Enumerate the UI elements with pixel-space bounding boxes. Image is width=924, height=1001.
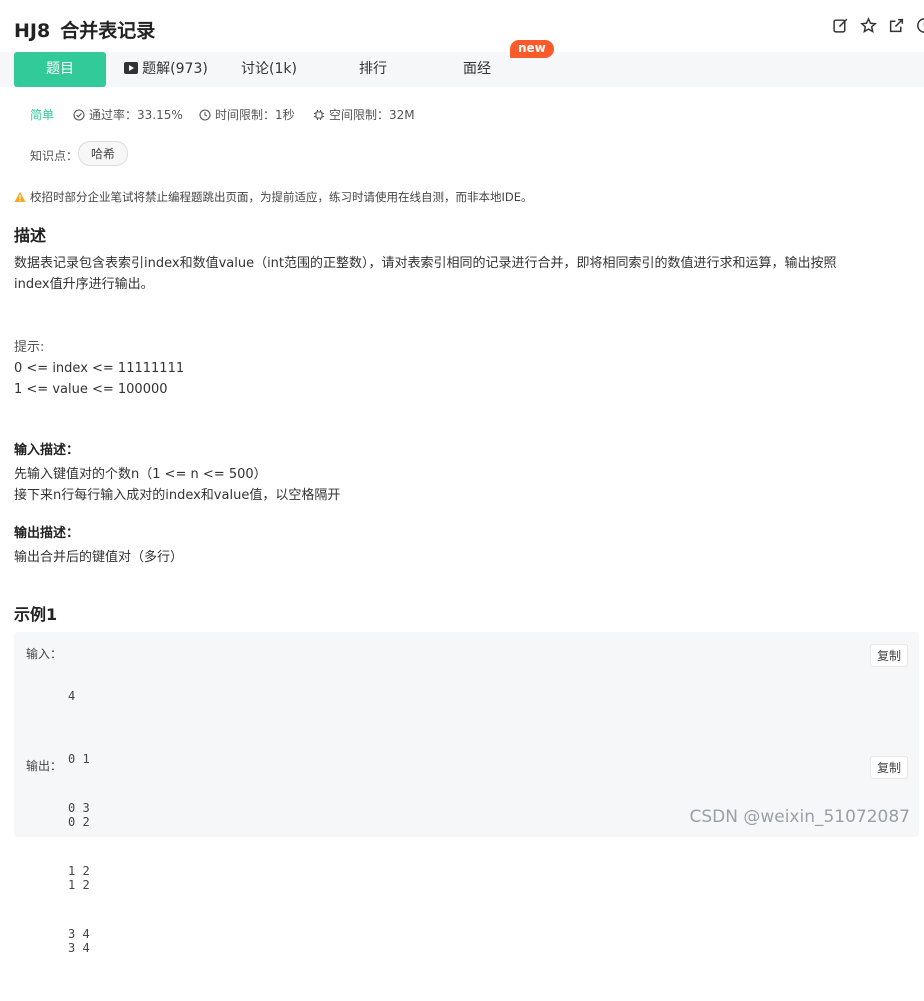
output-desc-title: 输出描述： — [14, 526, 80, 541]
example-output-line: 3 4 — [68, 927, 90, 941]
copy-input-button[interactable]: 复制 — [869, 644, 908, 667]
hint-line: 1 <= value <= 100000 — [14, 382, 168, 397]
share-icon[interactable] — [888, 17, 905, 34]
chip-icon — [314, 109, 324, 120]
time-limit-text: 时间限制：1秒 — [215, 108, 295, 122]
tab-problem-label: 题目 — [46, 61, 74, 77]
example-input-line: 4 — [68, 689, 76, 703]
input-desc-line: 接下来n行每行输入成对的index和value值，以空格隔开 — [14, 488, 341, 503]
space-limit-text: 空间限制：32M — [329, 108, 415, 122]
warning-notice: 校招时部分企业笔试将禁止编程题跳出页面，为提前适应，练习时请使用在线自测，而非本… — [14, 189, 533, 205]
problem-id: HJ8 — [14, 20, 51, 42]
hint-label: 提示: — [14, 340, 45, 355]
input-desc-body: 先输入键值对的个数n（1 <= n <= 500） 接下来n行每行输入成对的in… — [14, 464, 340, 506]
check-circle-icon — [73, 108, 85, 121]
title-actions — [832, 17, 924, 34]
output-desc-body: 输出合并后的键值对（多行） — [14, 547, 183, 568]
video-icon — [124, 62, 139, 74]
tab-interview-label: 面经 — [463, 61, 491, 77]
time-limit: 时间限制：1秒 — [199, 106, 295, 123]
problem-title: HJ8 合并表记录 — [14, 16, 155, 43]
new-badge: new — [510, 40, 554, 58]
tab-solutions[interactable]: 题解(973) — [118, 52, 214, 87]
knowledge-tag-hash[interactable]: 哈希 — [78, 141, 129, 166]
example-input-label: 输入： — [26, 647, 63, 661]
tab-ranking[interactable]: 排行 — [338, 52, 408, 87]
difficulty-label: 简单 — [30, 108, 55, 122]
space-limit: 空间限制：32M — [313, 106, 415, 123]
warning-text: 校招时部分企业笔试将禁止编程题跳出页面，为提前适应，练习时请使用在线自测，而非本… — [30, 190, 533, 204]
example-output-label: 输出： — [26, 759, 63, 773]
problem-name: 合并表记录 — [60, 20, 156, 42]
tab-ranking-label: 排行 — [359, 61, 387, 77]
edit-icon[interactable] — [832, 17, 849, 34]
knowledge-label: 知识点： — [30, 149, 79, 163]
watermark: CSDN @weixin_51072087 — [689, 807, 910, 827]
warning-icon — [14, 191, 26, 202]
example-title: 示例1 — [14, 605, 58, 624]
description-title: 描述 — [14, 226, 47, 245]
hint-block: 提示: 0 <= index <= 11111111 1 <= value <=… — [14, 337, 184, 400]
tab-discussion-label: 讨论(1k) — [241, 61, 297, 77]
clock-icon[interactable] — [916, 17, 924, 34]
pass-rate-text: 通过率：33.15% — [89, 108, 183, 122]
clock-icon — [199, 108, 211, 121]
tab-bar: 题目 题解(973) 讨论(1k) 排行 面经 — [0, 52, 924, 87]
tab-interview[interactable]: 面经 — [442, 52, 512, 87]
star-icon[interactable] — [860, 17, 877, 34]
description-line: 数据表记录包含表索引index和数值value（int范围的正整数），请对表索引… — [14, 256, 837, 271]
example-output-line: 1 2 — [68, 864, 90, 878]
copy-output-button[interactable]: 复制 — [869, 756, 908, 779]
description-body: 数据表记录包含表索引index和数值value（int范围的正整数），请对表索引… — [14, 253, 919, 295]
output-desc-line: 输出合并后的键值对（多行） — [14, 550, 184, 565]
hint-line: 0 <= index <= 11111111 — [14, 361, 185, 376]
tab-problem[interactable]: 题目 — [14, 52, 106, 87]
tab-solutions-label: 题解(973) — [142, 61, 208, 77]
pass-rate: 通过率：33.15% — [73, 106, 183, 123]
input-desc-title: 输入描述： — [14, 443, 80, 458]
example-output-line: 0 3 — [68, 801, 90, 815]
tab-discussion[interactable]: 讨论(1k) — [228, 52, 310, 87]
input-desc-line: 先输入键值对的个数n（1 <= n <= 500） — [14, 467, 267, 482]
example-output[interactable]: 0 3 1 2 3 4 — [68, 756, 97, 987]
description-line: index值升序进行输出。 — [14, 277, 154, 292]
